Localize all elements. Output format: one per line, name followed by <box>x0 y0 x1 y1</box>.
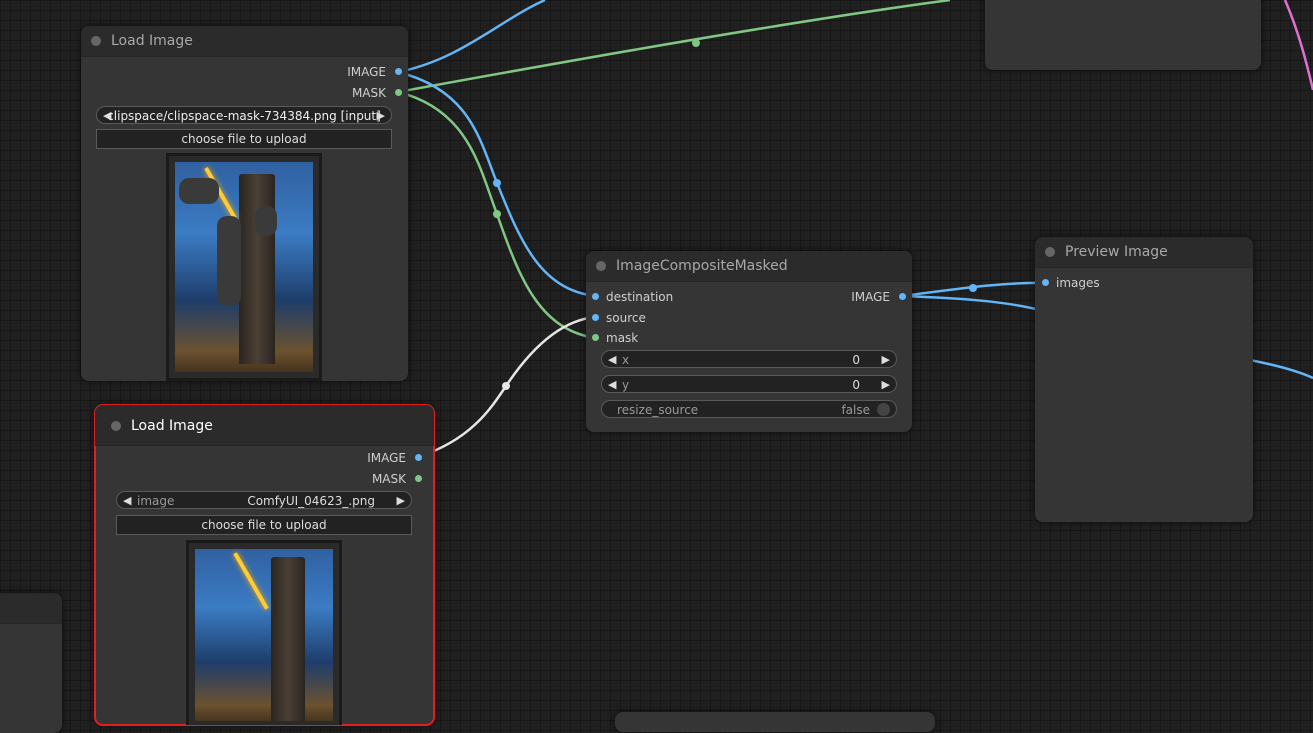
input-slot-mask[interactable]: mask <box>606 330 638 346</box>
preview-image-node[interactable]: Preview Image images <box>1035 237 1253 522</box>
output-slot-image[interactable]: IMAGE <box>347 64 386 80</box>
load-image-node-1[interactable]: Load Image IMAGE MASK ◀ clipspace/clipsp… <box>81 26 408 381</box>
upload-button[interactable]: choose file to upload <box>116 515 412 535</box>
output-dot-mask[interactable] <box>395 89 402 96</box>
input-slot-images[interactable]: images <box>1056 275 1100 291</box>
collapse-dot-icon[interactable] <box>91 36 101 46</box>
output-dot-image[interactable] <box>899 293 906 300</box>
output-slot-image[interactable]: IMAGE <box>851 289 890 305</box>
arrow-right-icon[interactable]: ▶ <box>882 376 890 394</box>
input-slot-destination[interactable]: destination <box>606 289 673 305</box>
collapse-dot-icon[interactable] <box>596 261 606 271</box>
image-preview <box>166 153 322 381</box>
link-preview-offscreen <box>1249 358 1313 380</box>
input-dot-destination[interactable] <box>592 293 599 300</box>
arrow-left-icon[interactable]: ◀ <box>608 376 616 394</box>
input-dot-mask[interactable] <box>592 334 599 341</box>
image-combo-widget[interactable]: ◀ clipspace/clipspace-mask-734384.png [i… <box>96 106 392 124</box>
input-dot-images[interactable] <box>1042 279 1049 286</box>
output-slot-mask[interactable]: MASK <box>352 85 386 101</box>
arrow-left-icon[interactable]: ◀ <box>123 492 131 510</box>
link-composite-to-offscreen <box>901 294 1041 312</box>
node-title-text: ImageCompositeMasked <box>616 258 788 274</box>
output-dot-mask[interactable] <box>415 475 422 482</box>
image-composite-masked-node[interactable]: ImageCompositeMasked destination source … <box>586 251 912 432</box>
node-title[interactable]: Preview Image <box>1035 237 1253 268</box>
output-slot-mask[interactable]: MASK <box>372 471 406 487</box>
toggle-knob-icon[interactable] <box>877 403 890 416</box>
upload-button[interactable]: choose file to upload <box>96 129 392 149</box>
input-dot-source[interactable] <box>592 314 599 321</box>
x-number-widget[interactable]: ◀ x 0 ▶ <box>601 350 897 368</box>
output-dot-image[interactable] <box>395 68 402 75</box>
node-title-text: Load Image <box>111 33 193 49</box>
y-number-widget[interactable]: ◀ y 0 ▶ <box>601 375 897 393</box>
node-title[interactable]: ImageCompositeMasked <box>586 251 912 282</box>
node-title-text: Load Image <box>131 418 213 434</box>
partial-node-bottom[interactable] <box>615 712 935 732</box>
link-mask-to-top <box>397 0 951 94</box>
link-pink-offscreen <box>1283 0 1313 91</box>
node-title-text: Preview Image <box>1065 244 1168 260</box>
node-title[interactable]: Load Image <box>81 26 408 57</box>
collapse-dot-icon[interactable] <box>1045 247 1055 257</box>
load-image-node-2[interactable]: Load Image IMAGE MASK ◀ image ComfyUI_04… <box>94 404 435 726</box>
input-slot-source[interactable]: source <box>606 310 646 326</box>
partial-node-top[interactable] <box>985 0 1261 70</box>
arrow-right-icon[interactable]: ▶ <box>377 107 385 125</box>
arrow-left-icon[interactable]: ◀ <box>608 351 616 369</box>
partial-node-left[interactable] <box>0 593 62 733</box>
image-combo-widget[interactable]: ◀ image ComfyUI_04623_.png ▶ <box>116 491 412 509</box>
link-image-to-top <box>397 0 546 74</box>
arrow-right-icon[interactable]: ▶ <box>397 492 405 510</box>
output-slot-image[interactable]: IMAGE <box>367 450 406 466</box>
image-preview <box>186 540 342 725</box>
arrow-right-icon[interactable]: ▶ <box>882 351 890 369</box>
output-dot-image[interactable] <box>415 454 422 461</box>
node-title[interactable]: Load Image <box>95 405 434 446</box>
collapse-dot-icon[interactable] <box>111 421 121 431</box>
resize-source-toggle[interactable]: resize_source false <box>601 400 897 418</box>
